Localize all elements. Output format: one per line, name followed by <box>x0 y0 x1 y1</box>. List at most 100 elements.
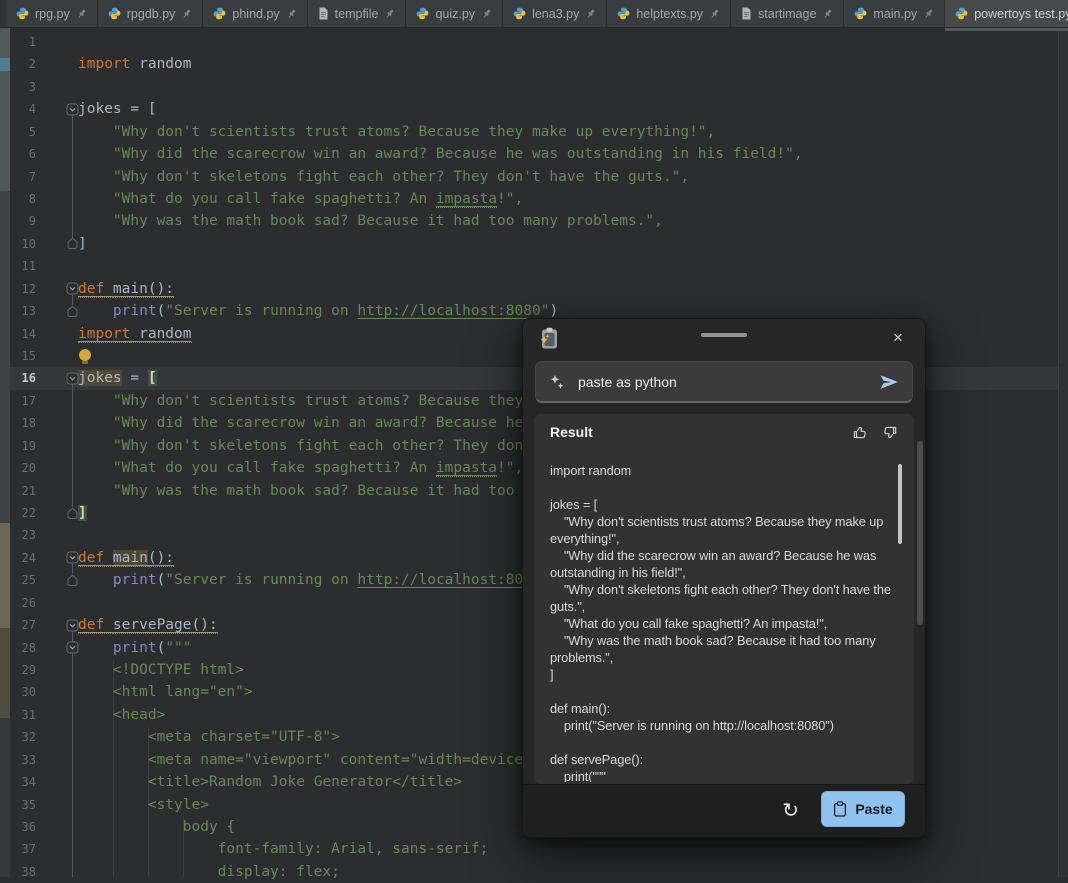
code-line[interactable]: display: flex; <box>78 861 340 883</box>
pin-icon[interactable] <box>822 8 833 20</box>
code-line[interactable]: <html lang="en"> <box>78 681 253 703</box>
prompt-input[interactable] <box>576 373 868 391</box>
fold-collapse-icon[interactable] <box>66 551 79 564</box>
intention-lightbulb-icon[interactable] <box>79 349 91 361</box>
result-header: Result <box>534 414 914 450</box>
line-number: 6 <box>10 143 36 165</box>
code-line[interactable]: def main(): <box>78 547 174 569</box>
fold-end-icon[interactable] <box>66 574 79 587</box>
code-line[interactable]: <style> <box>78 794 209 816</box>
result-scrollbar-thumb[interactable] <box>898 464 902 544</box>
fold-collapse-icon[interactable] <box>66 641 79 654</box>
drag-handle[interactable] <box>701 333 747 337</box>
pin-icon[interactable] <box>384 8 395 20</box>
line-number: 17 <box>10 390 36 412</box>
line-number: 20 <box>10 457 36 479</box>
line-number: 5 <box>10 121 36 143</box>
clipboard-icon <box>833 801 847 817</box>
left-stripe <box>0 28 10 877</box>
code-line[interactable]: "What do you call fake spaghetti? An imp… <box>78 457 523 479</box>
result-content[interactable]: import random jokes = [ "Why don't scien… <box>534 452 908 782</box>
line-number: 24 <box>10 547 36 569</box>
tab-label: powertoys test.py <box>974 7 1068 21</box>
pin-icon[interactable] <box>76 8 87 20</box>
line-number: 30 <box>10 681 36 703</box>
tab-rpgdb-py[interactable]: rpgdb.py <box>98 0 204 27</box>
python-file-icon <box>416 7 429 20</box>
tab-startimage[interactable]: startimage <box>731 0 844 27</box>
regenerate-icon[interactable]: ↻ <box>782 796 799 824</box>
code-line[interactable]: "Why was the math book sad? Because it h… <box>78 210 663 232</box>
pin-icon[interactable] <box>286 8 297 20</box>
line-number: 3 <box>10 76 36 98</box>
line-number: 7 <box>10 166 36 188</box>
code-line[interactable]: "Why don't skeletons fight each other? T… <box>78 166 689 188</box>
code-line[interactable]: print("Server is running on http://local… <box>78 569 558 591</box>
code-line[interactable]: <!DOCTYPE html> <box>78 659 244 681</box>
tab-tempfile[interactable]: tempfile <box>308 0 407 27</box>
code-line[interactable]: <title>Random Joke Generator</title> <box>78 771 462 793</box>
dialog-scrollbar-thumb[interactable] <box>917 441 923 625</box>
line-number: 32 <box>10 726 36 748</box>
fold-end-icon[interactable] <box>66 305 79 318</box>
thumbs-up-icon[interactable] <box>852 424 869 441</box>
fold-collapse-icon[interactable] <box>66 282 79 295</box>
code-line[interactable]: import random <box>78 323 192 345</box>
code-line[interactable]: <meta charset="UTF-8"> <box>78 726 340 748</box>
fold-region-line <box>72 564 73 574</box>
fold-end-icon[interactable] <box>66 237 79 250</box>
fold-collapse-icon[interactable] <box>66 372 79 385</box>
code-line[interactable]: "Why did the scarecrow win an award? Bec… <box>78 143 803 165</box>
code-line[interactable]: def main(): <box>78 278 174 300</box>
advanced-paste-dialog: × Result <box>522 318 926 838</box>
tab-lena3-py[interactable]: lena3.py <box>503 0 607 27</box>
code-line[interactable]: jokes = [ <box>78 98 157 120</box>
tab-label: helptexts.py <box>636 7 703 21</box>
line-number: 22 <box>10 502 36 524</box>
fold-collapse-icon[interactable] <box>66 619 79 632</box>
line-number: 34 <box>10 771 36 793</box>
pin-icon[interactable] <box>709 8 720 20</box>
pin-icon[interactable] <box>181 8 192 20</box>
tab-helptexts-py[interactable]: helptexts.py <box>607 0 731 27</box>
line-number: 36 <box>10 816 36 838</box>
fold-end-icon[interactable] <box>66 507 79 520</box>
line-number: 14 <box>10 323 36 345</box>
send-icon[interactable] <box>879 374 899 390</box>
line-number: 31 <box>10 704 36 726</box>
fold-collapse-icon[interactable] <box>66 103 79 116</box>
tab-quiz-py[interactable]: quiz.py <box>406 0 503 27</box>
python-file-icon <box>955 7 968 20</box>
tab-label: rpg.py <box>35 7 70 21</box>
result-title: Result <box>550 424 840 440</box>
close-icon[interactable]: × <box>881 323 915 353</box>
advanced-paste-app-icon <box>540 327 559 355</box>
code-line[interactable]: def servePage(): <box>78 614 218 636</box>
code-line[interactable]: print("Server is running on http://local… <box>78 300 558 322</box>
paste-button-label: Paste <box>855 801 892 817</box>
code-line[interactable]: ] <box>78 233 87 255</box>
tab-rpg-py[interactable]: rpg.py <box>6 0 98 27</box>
code-line[interactable]: jokes = [ <box>78 367 157 389</box>
line-number: 29 <box>10 659 36 681</box>
paste-button[interactable]: Paste <box>821 791 905 827</box>
line-number: 10 <box>10 233 36 255</box>
code-line[interactable]: "Why don't scientists trust atoms? Becau… <box>78 121 715 143</box>
pin-icon[interactable] <box>923 8 934 20</box>
code-line[interactable]: <head> <box>78 704 165 726</box>
line-number: 16 <box>10 367 36 389</box>
code-line[interactable]: body { <box>78 816 235 838</box>
pin-icon[interactable] <box>585 8 596 20</box>
tab-label: main.py <box>873 7 917 21</box>
code-line[interactable]: "What do you call fake spaghetti? An imp… <box>78 188 523 210</box>
tab-powertoys-test-py[interactable]: powertoys test.py× <box>945 0 1068 27</box>
thumbs-down-icon[interactable] <box>881 424 898 441</box>
line-number: 19 <box>10 435 36 457</box>
pin-icon[interactable] <box>481 8 492 20</box>
code-line[interactable]: import random <box>78 53 192 75</box>
tab-phind-py[interactable]: phind.py <box>203 0 307 27</box>
code-line[interactable]: print(""" <box>78 637 192 659</box>
code-line[interactable]: font-family: Arial, sans-serif; <box>78 838 488 860</box>
tab-main-py[interactable]: main.py <box>844 0 945 27</box>
code-line[interactable]: ] <box>78 502 87 524</box>
